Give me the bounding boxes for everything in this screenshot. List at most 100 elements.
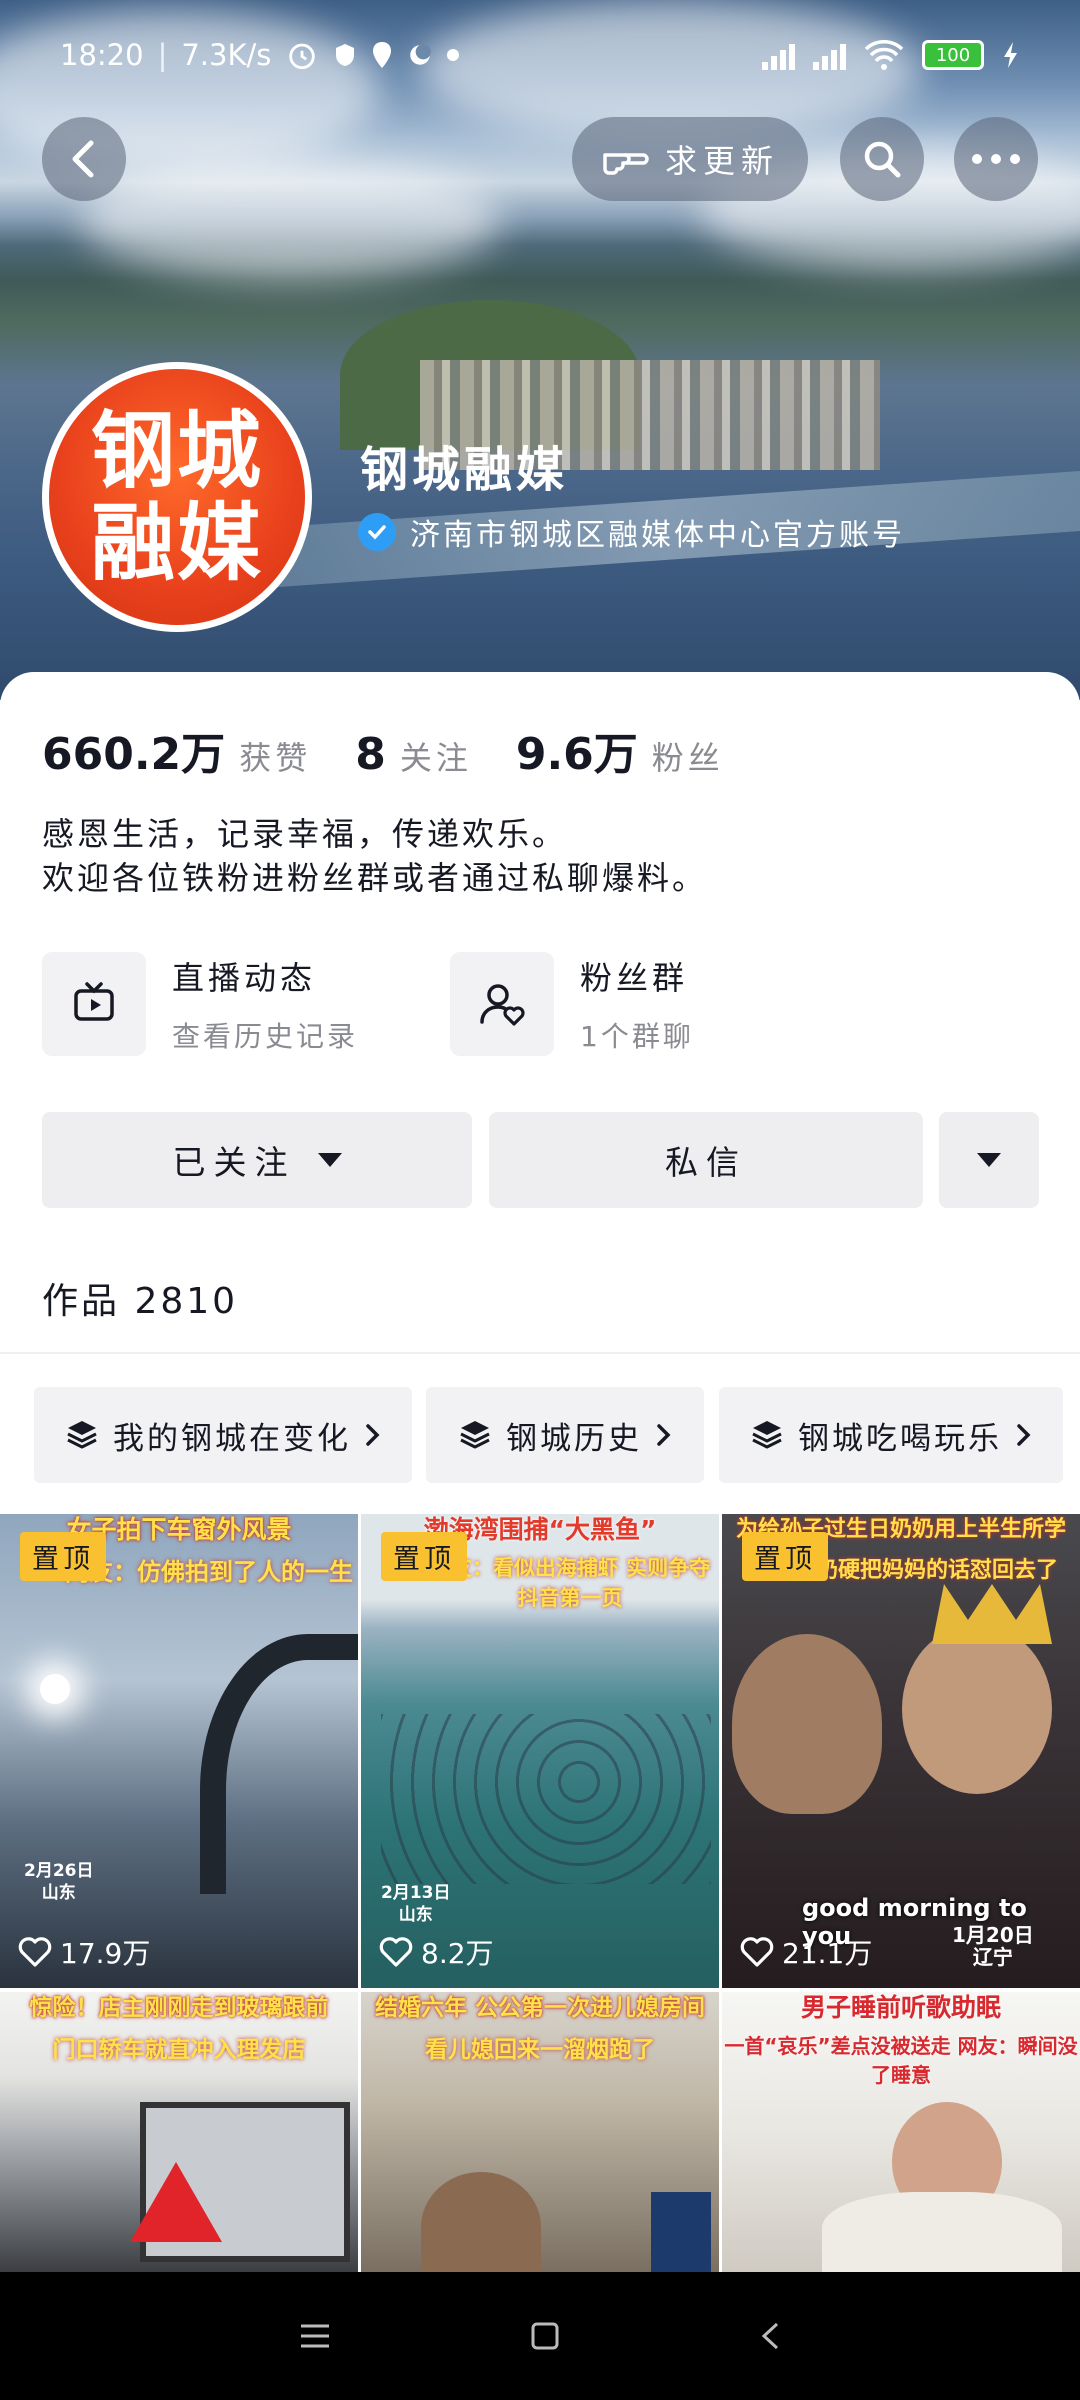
collection-label: 我的钢城在变化 xyxy=(113,1420,351,1457)
request-update-label: 求更新 xyxy=(664,142,779,180)
more-dot xyxy=(991,154,1001,164)
back-button[interactable] xyxy=(42,117,126,201)
divider xyxy=(0,1352,1080,1354)
warning-icon xyxy=(130,2162,222,2242)
pinned-badge: 置顶 xyxy=(742,1532,828,1581)
back-nav-icon[interactable] xyxy=(759,2321,781,2351)
caret-down-icon xyxy=(317,1153,342,1167)
profile-stats: 660.2万 获赞 8 关注 9.6万 粉丝 xyxy=(42,718,724,782)
followed-button[interactable]: 已关注 xyxy=(42,1112,472,1208)
profile-bio: 感恩生活，记录幸福，传递欢乐。 欢迎各位铁粉进粉丝群或者通过私聊爆料。 xyxy=(42,812,707,900)
grandma-figure xyxy=(732,1634,882,1814)
verification-line: 济南市钢城区融媒体中心官方账号 xyxy=(358,510,905,554)
request-update-button[interactable]: 求更新 xyxy=(572,117,808,201)
system-nav-bar xyxy=(0,2272,1080,2400)
collection-chip[interactable]: 钢城吃喝玩乐 xyxy=(719,1387,1063,1483)
hand-point-icon xyxy=(603,153,649,175)
collection-label: 钢城吃喝玩乐 xyxy=(798,1420,1002,1457)
caret-down-icon xyxy=(977,1153,1001,1167)
battery-indicator: 100 xyxy=(922,40,984,70)
collection-label: 钢城历史 xyxy=(506,1420,642,1457)
more-dot xyxy=(1010,154,1020,164)
status-bar: 18:20 | 7.3K/s 100 xyxy=(60,30,1020,80)
avatar[interactable]: 钢城 融媒 xyxy=(42,362,312,632)
video-thumbnail[interactable]: 男子睡前听歌助眠 一首“哀乐”差点没被送走 网友：瞬间没了睡意 xyxy=(722,1992,1080,2272)
video-thumbnail[interactable]: 渤海湾围捕“大黑鱼” 网友：看似出海捕虾 实则争夺抖音第一页 置顶 2月13日山… xyxy=(361,1514,719,1988)
fan-group-subtitle: 1个群聊 xyxy=(580,1020,694,1053)
tv-icon xyxy=(42,952,146,1056)
video-thumbnail[interactable]: 为给孙子过生日奶奶用上半生所学 奶奶硬把妈妈的话怼回去了 置顶 good mor… xyxy=(722,1514,1080,1988)
video-thumbnail[interactable]: 结婚六年 公公第一次进儿媳房间 看儿媳回来一溜烟跑了 xyxy=(361,1992,719,2272)
heart-icon xyxy=(740,1937,774,1967)
video-thumbnail[interactable]: 女子拍下车窗外风景 网友：仿佛拍到了人的一生 置顶 2月26日 山东 17.9万 xyxy=(0,1514,358,1988)
avatar-text-line1: 钢城 xyxy=(90,402,263,500)
search-button[interactable] xyxy=(840,117,924,201)
video-likes: 8.2万 xyxy=(379,1932,494,1972)
chevron-right-icon xyxy=(1017,1424,1031,1446)
menu-icon[interactable] xyxy=(299,2323,331,2349)
profile-header: 18:20 | 7.3K/s 100 求更新 钢城 融媒 钢城融媒 济南市钢城区… xyxy=(0,0,1080,700)
layers-icon xyxy=(67,1421,97,1449)
followers-label[interactable]: 粉丝 xyxy=(652,733,724,779)
location-icon xyxy=(373,42,392,68)
live-history-subtitle: 查看历史记录 xyxy=(172,1020,359,1053)
sun xyxy=(40,1674,70,1704)
video-caption: 男子睡前听歌助眠 xyxy=(800,1993,1001,2022)
message-button[interactable]: 私信 xyxy=(489,1112,923,1208)
video-caption: 惊险！店主刚刚走到玻璃跟前 xyxy=(29,1995,329,2021)
followed-label: 已关注 xyxy=(172,1143,296,1182)
layers-icon xyxy=(460,1421,490,1449)
chevron-right-icon xyxy=(657,1424,671,1446)
video-date-location: 2月26日 山东 xyxy=(24,1861,94,1903)
following-label[interactable]: 关注 xyxy=(400,733,472,779)
chevron-left-icon xyxy=(72,140,94,178)
heart-icon xyxy=(18,1937,52,1967)
home-icon[interactable] xyxy=(530,2321,560,2351)
tv-screen xyxy=(651,2192,711,2272)
collection-chip[interactable]: 我的钢城在变化 xyxy=(34,1387,412,1483)
video-thumbnail[interactable]: 惊险！店主刚刚走到玻璃跟前 门口轿车就直冲入理发店 xyxy=(0,1992,358,2272)
fan-group-title: 粉丝群 xyxy=(580,959,689,997)
more-dot xyxy=(972,154,982,164)
works-count[interactable]: 作品 2810 xyxy=(42,1272,238,1324)
bio-line: 感恩生活，记录幸福，传递欢乐。 xyxy=(42,815,568,853)
layers-icon xyxy=(752,1421,782,1449)
video-likes: 17.9万 xyxy=(18,1932,150,1972)
charging-icon xyxy=(1004,42,1017,68)
pinned-badge: 置顶 xyxy=(381,1532,467,1581)
moon-icon xyxy=(410,44,432,65)
verified-check-icon xyxy=(358,513,396,551)
blanket xyxy=(822,2192,1062,2272)
cloud xyxy=(80,160,500,280)
video-caption-sub: 看儿媳回来一溜烟跑了 xyxy=(425,2037,655,2063)
notification-dot xyxy=(447,49,460,61)
wifi-icon xyxy=(864,40,904,70)
live-history-entry[interactable]: 直播动态 查看历史记录 xyxy=(42,952,358,1056)
followers-count[interactable]: 9.6万 xyxy=(516,718,638,782)
more-actions-button[interactable] xyxy=(939,1112,1039,1208)
child-figure xyxy=(902,1624,1052,1794)
fishing-boats xyxy=(381,1714,711,1884)
video-caption: 结婚六年 公公第一次进儿媳房间 xyxy=(374,1995,705,2021)
collection-chip[interactable]: 钢城历史 xyxy=(426,1387,704,1483)
chevron-right-icon xyxy=(366,1424,380,1446)
fan-group-entry[interactable]: 粉丝群 1个群聊 xyxy=(450,952,694,1056)
video-date-location: 1月20日 辽宁 xyxy=(952,1923,1034,1969)
following-count[interactable]: 8 xyxy=(355,729,386,780)
search-icon xyxy=(864,141,901,178)
likes-count: 660.2万 xyxy=(42,729,226,780)
video-date-location: 2月13日 山东 xyxy=(381,1883,451,1925)
pinned-badge: 置顶 xyxy=(20,1532,106,1581)
heart-icon xyxy=(379,1937,413,1967)
user-heart-icon xyxy=(450,952,554,1056)
car-frame xyxy=(200,1634,358,1894)
shield-icon xyxy=(336,44,355,66)
more-button[interactable] xyxy=(954,117,1038,201)
clock: 18:20 xyxy=(60,38,144,72)
birthday-crown xyxy=(932,1584,1052,1644)
signal-icon xyxy=(762,40,795,70)
elder-figure xyxy=(421,2172,541,2272)
signal-icon xyxy=(813,40,846,70)
video-likes: 21.1万 xyxy=(740,1932,872,1972)
likes-label: 获赞 xyxy=(239,739,312,777)
